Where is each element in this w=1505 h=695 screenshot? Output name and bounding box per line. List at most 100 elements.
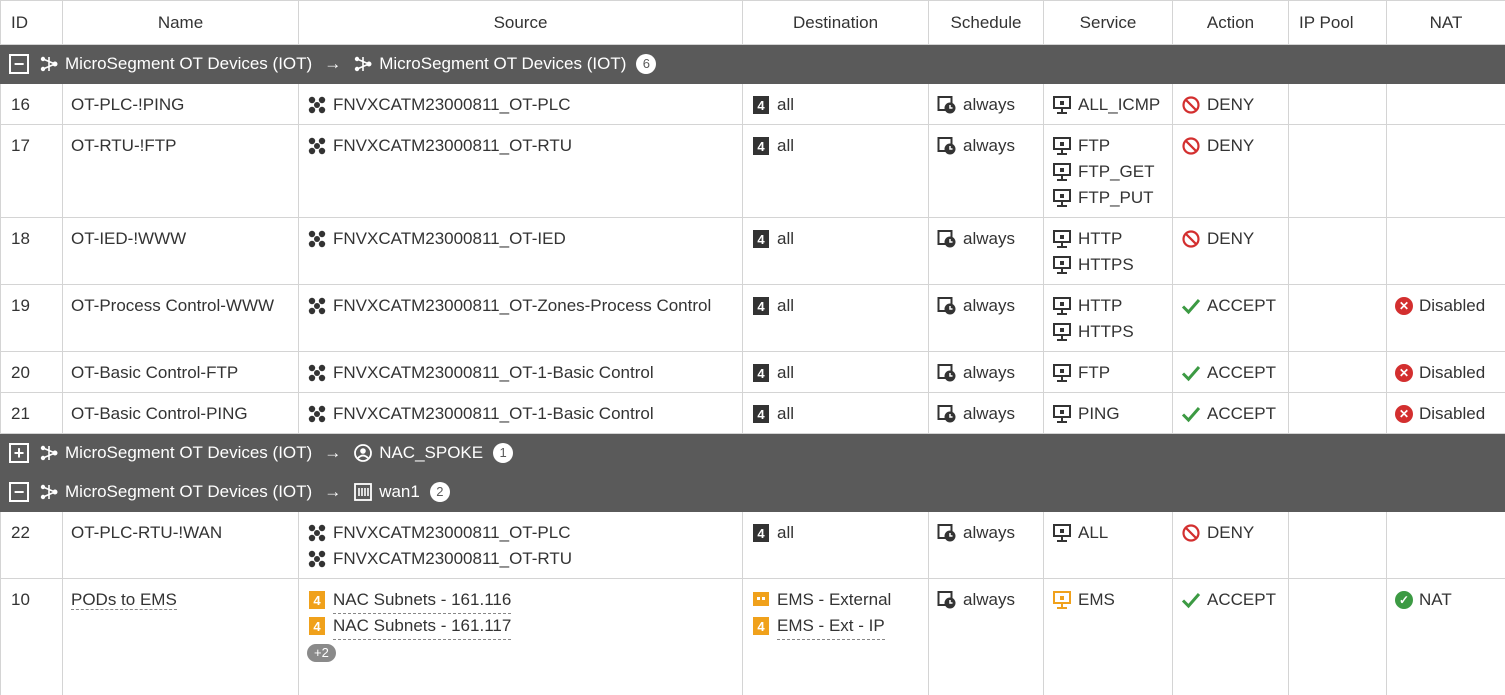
more-items-badge[interactable]: +2 — [307, 644, 336, 662]
schedule-icon — [937, 363, 957, 383]
item-label: FNVXCATM23000811_OT-RTU — [333, 136, 573, 155]
item-label: HTTP — [1078, 229, 1123, 248]
list-item[interactable]: FNVXCATM23000811_OT-1-Basic Control — [307, 360, 742, 386]
list-item[interactable]: PING — [1052, 401, 1172, 427]
section-header[interactable]: + MicroSegment OT Devices (IOT) → NAC_SPOKE… — [0, 433, 1505, 473]
col-id[interactable]: ID — [0, 0, 63, 45]
table-row[interactable]: 10 PODs to EMS 4 NAC Subnets - 161.116 4 NAC … — [0, 578, 1505, 695]
list-item[interactable]: always — [937, 92, 1043, 118]
list-item[interactable]: FTP_GET — [1052, 159, 1172, 185]
item-label: ACCEPT — [1207, 590, 1276, 609]
svg-text:4: 4 — [757, 407, 765, 422]
list-item[interactable]: 4 EMS - Ext - IP — [751, 613, 928, 640]
col-ippool[interactable]: IP Pool — [1288, 0, 1387, 45]
list-item[interactable]: ALL — [1052, 520, 1172, 546]
nat-label: Disabled — [1419, 404, 1486, 423]
col-name[interactable]: Name — [62, 0, 299, 45]
list-item[interactable]: 4 NAC Subnets - 161.116 — [307, 587, 742, 614]
expand-collapse-toggle[interactable]: − — [9, 482, 29, 502]
item-label: all — [777, 363, 795, 382]
item-label: all — [777, 136, 795, 155]
col-schedule[interactable]: Schedule — [928, 0, 1044, 45]
item-label: FTP — [1078, 136, 1111, 155]
list-item[interactable]: 4 all — [751, 133, 928, 159]
list-item[interactable]: always — [937, 360, 1043, 386]
table-row[interactable]: 18 OT-IED-!WWW FNVXCATM23000811_OT-IED 4 all… — [0, 217, 1505, 285]
to-interface: wan1 — [379, 482, 420, 501]
table-header: ID Name Source Destination Schedule Serv… — [0, 0, 1505, 45]
schedule-icon — [937, 523, 957, 543]
list-item[interactable]: always — [937, 520, 1043, 546]
list-item[interactable]: FNVXCATM23000811_OT-RTU — [307, 546, 742, 572]
list-item[interactable]: 4 all — [751, 520, 928, 546]
x-circle-icon: ✕ — [1395, 297, 1413, 315]
section-header[interactable]: − MicroSegment OT Devices (IOT) → wan1 2 — [0, 472, 1505, 512]
col-destination[interactable]: Destination — [742, 0, 929, 45]
list-item[interactable]: 4 all — [751, 226, 928, 252]
list-item[interactable]: HTTPS — [1052, 319, 1172, 345]
item-label: always — [963, 229, 1015, 248]
item-label: EMS — [1078, 590, 1115, 609]
list-item[interactable]: always — [937, 133, 1043, 159]
list-item[interactable]: 4 all — [751, 401, 928, 427]
list-item[interactable]: always — [937, 226, 1043, 252]
table-row[interactable]: 21 OT-Basic Control-PING FNVXCATM23000811_… — [0, 392, 1505, 434]
address-group-icon — [307, 363, 327, 383]
col-service[interactable]: Service — [1043, 0, 1173, 45]
list-item[interactable]: always — [937, 401, 1043, 427]
policy-name[interactable]: OT-PLC-!PING — [71, 95, 184, 114]
policy-name[interactable]: OT-IED-!WWW — [71, 229, 186, 248]
table-row[interactable]: 22 OT-PLC-RTU-!WAN FNVXCATM23000811_OT-PLC… — [0, 511, 1505, 579]
item-label: NAC Subnets - 161.117 — [333, 613, 512, 640]
list-item[interactable]: FNVXCATM23000811_OT-RTU — [307, 133, 742, 159]
list-item[interactable]: ALL_ICMP — [1052, 92, 1172, 118]
expand-collapse-toggle[interactable]: − — [9, 54, 29, 74]
arrow-icon: → — [324, 482, 342, 501]
policy-name[interactable]: OT-PLC-RTU-!WAN — [71, 523, 222, 542]
ipv4-address-icon: 4 — [751, 136, 771, 156]
col-action[interactable]: Action — [1172, 0, 1289, 45]
policy-name[interactable]: PODs to EMS — [71, 590, 177, 610]
list-item[interactable]: FNVXCATM23000811_OT-1-Basic Control — [307, 401, 742, 427]
section-header[interactable]: − MicroSegment OT Devices (IOT) → MicroSegm… — [0, 44, 1505, 84]
list-item[interactable]: 4 all — [751, 92, 928, 118]
col-source[interactable]: Source — [298, 0, 743, 45]
list-item[interactable]: 4 NAC Subnets - 161.117 — [307, 613, 742, 640]
policy-name[interactable]: OT-Process Control-WWW — [71, 296, 274, 315]
list-item[interactable]: FNVXCATM23000811_OT-IED — [307, 226, 742, 252]
list-item[interactable]: 4 all — [751, 360, 928, 386]
address-group-icon — [307, 404, 327, 424]
address-group-icon — [307, 296, 327, 316]
svg-text:4: 4 — [757, 619, 765, 634]
table-row[interactable]: 20 OT-Basic Control-FTP FNVXCATM23000811_O… — [0, 351, 1505, 393]
list-item[interactable]: HTTP — [1052, 226, 1172, 252]
list-item[interactable]: EMS — [1052, 587, 1172, 613]
list-item[interactable]: FTP — [1052, 360, 1172, 386]
policy-name[interactable]: OT-Basic Control-PING — [71, 404, 248, 423]
list-item[interactable]: always — [937, 587, 1043, 613]
list-item[interactable]: EMS - External — [751, 587, 928, 613]
list-item[interactable]: HTTP — [1052, 293, 1172, 319]
list-item[interactable]: 4 all — [751, 293, 928, 319]
table-row[interactable]: 16 OT-PLC-!PING FNVXCATM23000811_OT-PLC 4 al… — [0, 83, 1505, 125]
expand-collapse-toggle[interactable]: + — [9, 443, 29, 463]
item-label: FNVXCATM23000811_OT-1-Basic Control — [333, 404, 654, 423]
item-label: all — [777, 296, 795, 315]
nat-label: Disabled — [1419, 296, 1486, 315]
policy-name[interactable]: OT-RTU-!FTP — [71, 136, 176, 155]
table-row[interactable]: 19 OT-Process Control-WWW FNVXCATM23000811… — [0, 284, 1505, 352]
list-item[interactable]: FNVXCATM23000811_OT-PLC — [307, 92, 742, 118]
policy-name[interactable]: OT-Basic Control-FTP — [71, 363, 238, 382]
list-item[interactable]: FNVXCATM23000811_OT-Zones-Process Contro… — [307, 293, 742, 319]
list-item[interactable]: always — [937, 293, 1043, 319]
col-nat[interactable]: NAT — [1386, 0, 1505, 45]
ipv4-address-yellow-icon: 4 — [307, 590, 327, 610]
table-row[interactable]: 17 OT-RTU-!FTP FNVXCATM23000811_OT-RTU 4 all… — [0, 124, 1505, 218]
service-icon — [1052, 363, 1072, 383]
list-item[interactable]: FNVXCATM23000811_OT-PLC — [307, 520, 742, 546]
item-label: all — [777, 229, 795, 248]
list-item[interactable]: HTTPS — [1052, 252, 1172, 278]
list-item[interactable]: FTP — [1052, 133, 1172, 159]
nac-icon — [353, 443, 373, 463]
list-item[interactable]: FTP_PUT — [1052, 185, 1172, 211]
